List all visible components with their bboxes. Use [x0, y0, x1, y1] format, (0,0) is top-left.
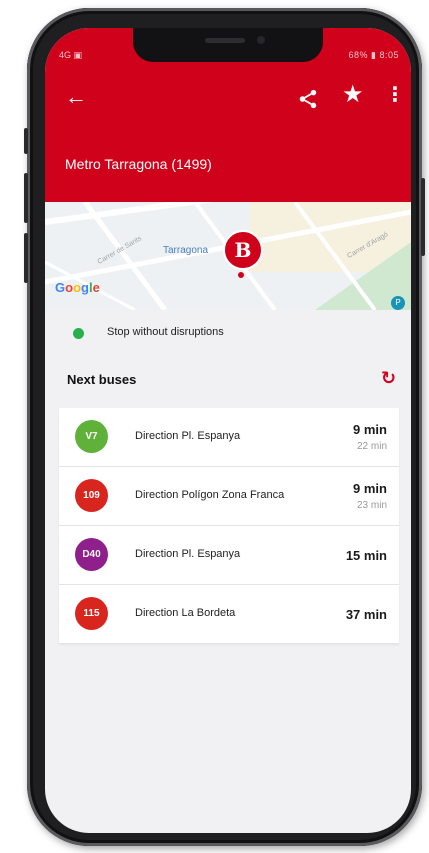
volume-up-button [24, 173, 28, 223]
page-title: Metro Tarragona (1499) [65, 156, 212, 172]
status-ok-dot-icon [73, 328, 84, 339]
bus-list: V7 Direction Pl. Espanya 9 min 22 min 10… [59, 408, 399, 644]
line-badge: D40 [75, 538, 108, 571]
bus-eta: 15 min [345, 548, 387, 563]
mute-switch [24, 128, 28, 154]
bus-row[interactable]: D40 Direction Pl. Espanya 15 min [59, 526, 399, 585]
more-vert-icon[interactable]: ⋮ [385, 85, 405, 105]
bus-next-eta: 22 min [356, 441, 387, 452]
line-badge: 115 [75, 597, 108, 630]
bus-row[interactable]: 109 Direction Polígon Zona Franca 9 min … [59, 467, 399, 526]
bus-eta: 9 min [353, 481, 387, 496]
share-icon[interactable] [297, 88, 319, 110]
line-badge: 109 [75, 479, 108, 512]
bus-stop-pin-icon[interactable]: B [223, 230, 263, 270]
bus-row[interactable]: V7 Direction Pl. Espanya 9 min 22 min [59, 408, 399, 467]
status-bar-left: 4G ▣ [59, 50, 83, 60]
bus-direction: Direction Pl. Espanya [135, 548, 241, 560]
refresh-icon[interactable]: ↻ [381, 368, 396, 389]
line-badge: V7 [75, 420, 108, 453]
stop-status-text: Stop without disruptions [107, 326, 224, 338]
status-bar-right: 68% ▮ 8:05 [348, 50, 399, 60]
next-buses-header: Next buses ↻ [45, 360, 411, 396]
pin-dot [238, 272, 244, 278]
power-button [421, 178, 425, 256]
map-place-label: Tarragona [163, 245, 209, 256]
bus-direction: Direction Polígon Zona Franca [135, 489, 285, 501]
arrow-left-icon[interactable]: ← [65, 86, 87, 108]
phone-screen: 4G ▣ 68% ▮ 8:05 ← ★ ⋮ Metro Tarragona (1… [45, 28, 411, 833]
stop-status: Stop without disruptions [45, 310, 411, 356]
volume-down-button [24, 233, 28, 283]
notch [133, 28, 323, 62]
bus-row[interactable]: 115 Direction La Bordeta 37 min [59, 585, 399, 644]
bus-direction: Direction Pl. Espanya [135, 430, 241, 442]
section-title: Next buses [67, 372, 137, 387]
bus-direction: Direction La Bordeta [135, 607, 236, 619]
star-icon[interactable]: ★ [342, 83, 364, 107]
bus-next-eta: 23 min [356, 500, 387, 511]
bus-eta: 37 min [345, 607, 387, 622]
camera [257, 36, 265, 44]
google-logo: Google [55, 280, 100, 295]
poi-icon[interactable]: P [391, 296, 405, 310]
map[interactable]: Carrer de Sants Carrer d'Aragó Tarragona… [45, 202, 411, 310]
bus-eta: 9 min [353, 422, 387, 437]
speaker [205, 38, 245, 43]
